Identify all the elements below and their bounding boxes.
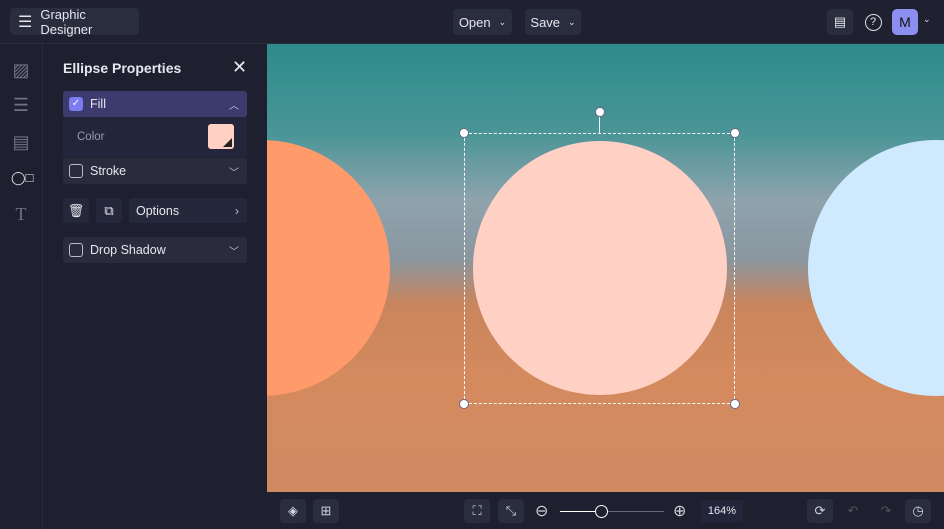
design-canvas[interactable] [267,44,944,492]
resize-handle-tr[interactable] [730,128,740,138]
options-button[interactable]: Options › [129,198,247,223]
stroke-label: Stroke [90,164,127,178]
header: ☰ Graphic Designer Open ⌄ Save ⌄ ▤ ? M ⌄ [0,0,944,44]
refresh-button[interactable]: ⟳ [807,499,833,523]
expand-icon: ⛶ [472,503,482,518]
resize-handle-br[interactable] [730,399,740,409]
color-row: Color [63,117,247,157]
chevron-down-icon[interactable]: ⌄ [923,14,931,25]
zoom-out-icon[interactable]: ⊖ [535,501,548,521]
zoom-slider-thumb[interactable] [595,505,608,518]
history-icon: ◷ [912,503,924,518]
undo-button[interactable]: ↶ [840,499,866,523]
avatar[interactable]: M [892,9,918,35]
shapes-icon[interactable]: ◯□ [11,168,33,188]
help-icon: ? [864,13,882,31]
undo-icon: ↶ [847,503,859,518]
color-swatch[interactable] [208,124,234,149]
options-label: Options [136,203,180,218]
chevron-down-icon: ⌄ [568,16,576,27]
help-button[interactable]: ? [860,9,886,35]
resize-handle-tl[interactable] [459,128,469,138]
duplicate-icon: ⧉ [104,203,114,218]
history-button[interactable]: ◷ [905,499,931,523]
redo-button[interactable]: ↷ [873,499,899,523]
layout-icon[interactable]: ▤ [11,132,31,152]
open-label: Open [458,14,491,30]
chevron-right-icon: › [235,203,239,218]
close-icon[interactable]: ✕ [232,57,247,78]
comments-button[interactable]: ▤ [827,9,853,35]
menu-button[interactable]: ☰ Graphic Designer [10,6,139,37]
zoom-slider[interactable] [560,505,664,518]
properties-panel: Ellipse Properties ✕ ✓ Fill ︿ Color Stro… [43,44,267,529]
hamburger-icon: ☰ [18,13,33,31]
comment-icon: ▤ [833,14,847,29]
resize-handle-bl[interactable] [459,399,469,409]
save-button[interactable]: Save ⌄ [525,9,581,35]
layers-button[interactable]: ◈ [280,499,306,523]
layers-icon: ◈ [288,503,298,518]
drop-shadow-label: Drop Shadow [90,243,166,257]
collapse-icon: ⤡ [505,503,517,518]
rotation-line [599,117,600,133]
duplicate-button[interactable]: ⧉ [96,198,122,223]
chevron-down-icon: ﹀ [229,246,239,258]
stroke-checkbox[interactable] [69,164,83,178]
fill-section[interactable]: ✓ Fill ︿ [63,91,247,117]
chevron-up-icon: ︿ [229,100,239,112]
shrink-button[interactable]: ⤡ [498,499,524,523]
adjustments-icon[interactable]: ☰ [11,95,31,115]
delete-button[interactable]: 🗑 [63,198,89,223]
redo-icon: ↷ [880,503,892,518]
drop-shadow-checkbox[interactable] [69,243,83,257]
rotate-handle[interactable] [595,107,605,117]
selection-box[interactable] [464,133,735,404]
fill-checkbox[interactable]: ✓ [69,97,83,111]
orange-circle[interactable] [267,140,390,396]
fit-screen-button[interactable]: ⛶ [464,499,490,523]
chevron-down-icon: ⌄ [498,16,507,27]
color-label: Color [77,131,105,143]
chevron-down-icon: ﹀ [229,167,239,179]
drop-shadow-section[interactable]: Drop Shadow ﹀ [63,237,247,263]
fill-label: Fill [90,97,106,111]
refresh-icon: ⟳ [814,503,826,518]
panel-title: Ellipse Properties [63,60,182,76]
blue-circle[interactable] [808,140,944,396]
app-title: Graphic Designer [40,6,93,37]
bottom-toolbar: ◈ ⊞ ⛶ ⤡ ⊖ ⊕ 164% ⟳ ↶ ↷ ◷ [267,492,944,529]
stroke-section[interactable]: Stroke ﹀ [63,158,247,184]
open-button[interactable]: Open ⌄ [453,9,512,35]
text-icon[interactable]: T [11,204,31,224]
grid-button[interactable]: ⊞ [313,499,339,523]
image-icon[interactable]: ▨ [11,60,31,80]
tool-rail: ▨ ☰ ▤ ◯□ T [0,44,43,529]
zoom-in-icon[interactable]: ⊕ [673,501,686,521]
grid-icon: ⊞ [320,503,332,518]
save-label: Save [530,14,561,30]
zoom-value[interactable]: 164% [701,500,743,522]
